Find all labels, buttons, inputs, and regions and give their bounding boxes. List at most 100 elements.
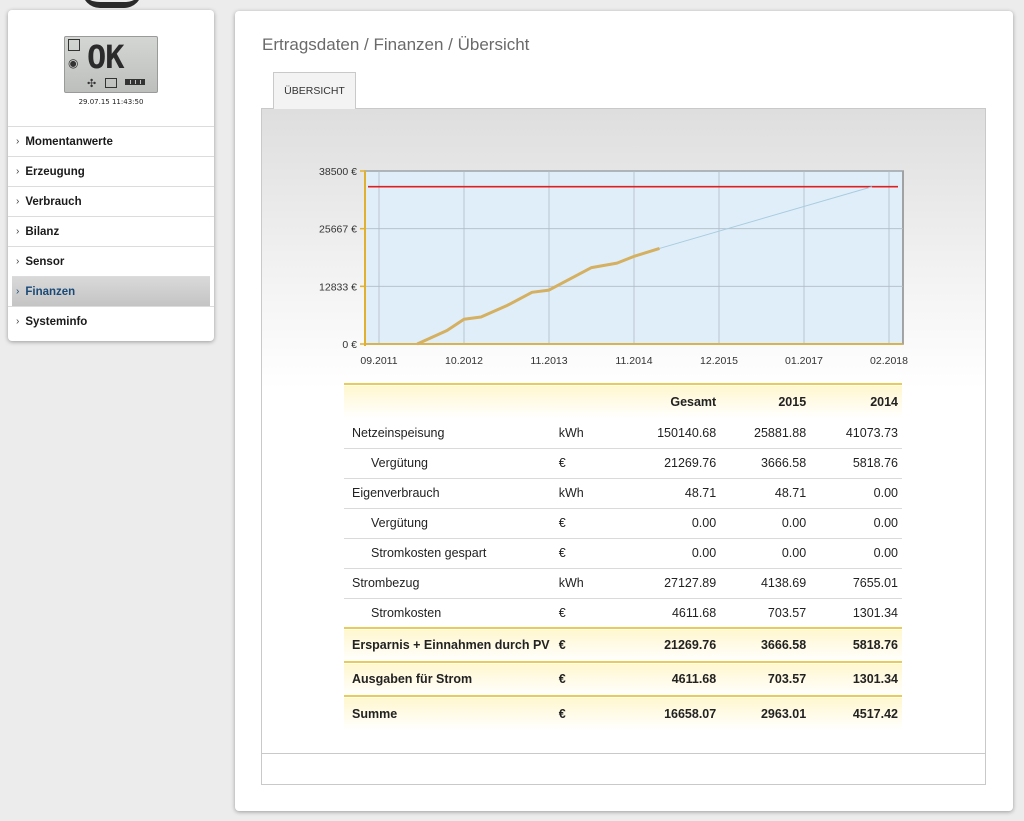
value-2015: 4138.69 bbox=[760, 576, 807, 590]
value-2015: 3666.58 bbox=[760, 456, 807, 470]
y-tick-label: 12833 € bbox=[319, 281, 357, 293]
sidebar-item-label: Sensor bbox=[25, 255, 65, 268]
table-row: Strombezug kWh 27127.89 4138.69 7655.01 bbox=[344, 568, 902, 598]
meter-icon bbox=[105, 78, 117, 88]
row-label: Vergütung bbox=[371, 456, 428, 470]
finance-table: Gesamt 2015 2014 Netzeinspeisung kWh 15014… bbox=[344, 383, 902, 730]
globe-icon: ◉ bbox=[68, 56, 79, 70]
table-row: Vergütung €0.00 0.00 0.00 bbox=[344, 508, 902, 538]
value-2015: 48.71 bbox=[774, 486, 807, 500]
finance-chart: 38500 € 25667 € 12833 € 0 €09.2011 10.2012 11… bbox=[319, 166, 908, 367]
row-label: Eigenverbrauch bbox=[352, 486, 440, 500]
header-label bbox=[344, 384, 555, 418]
row-unit: € bbox=[558, 516, 566, 530]
row-unit: € bbox=[558, 605, 566, 620]
table-summary-row: Ausgaben für Strom €4611.68 703.57 1301.34 bbox=[344, 662, 902, 696]
panel-icon bbox=[68, 39, 80, 51]
sidebar-item-label: Bilanz bbox=[25, 225, 60, 238]
value-2014: 1301.34 bbox=[852, 605, 898, 620]
row-unit: € bbox=[558, 546, 566, 560]
row-label: Vergütung bbox=[371, 516, 428, 530]
header-2014: 2014 bbox=[870, 394, 898, 409]
value-2015: 0.00 bbox=[781, 546, 807, 560]
row-label: Strombezug bbox=[352, 576, 420, 590]
value-gesamt: 150140.68 bbox=[657, 425, 717, 440]
row-label: Ausgaben für Strom bbox=[352, 672, 473, 686]
value-2014: 0.00 bbox=[873, 516, 898, 530]
value-2014: 41073.73 bbox=[845, 425, 898, 440]
chevron-right-icon: › bbox=[16, 196, 20, 207]
content-footer bbox=[261, 753, 986, 785]
sidebar-item-label: Finanzen bbox=[25, 285, 76, 298]
value-gesamt: 4611.68 bbox=[671, 605, 717, 620]
value-2015: 703.57 bbox=[767, 605, 807, 620]
chevron-right-icon: › bbox=[16, 166, 20, 177]
lcd-datetime: 29.07.15 11:43:50 bbox=[78, 98, 144, 106]
table-header-row: Gesamt 2015 2014 bbox=[344, 384, 902, 418]
value-gesamt: 27127.89 bbox=[664, 576, 717, 590]
value-2015: 703.57 bbox=[767, 672, 807, 686]
chevron-right-icon: › bbox=[16, 136, 20, 147]
value-gesamt: 16658.07 bbox=[664, 706, 717, 721]
chevron-right-icon: › bbox=[16, 286, 20, 297]
table-row: Stromkosten €4611.68 703.57 1301.34 bbox=[344, 598, 902, 628]
breadcrumb: Ertragsdaten / Finanzen / Übersicht bbox=[262, 35, 530, 54]
header-unit bbox=[555, 384, 626, 418]
value-2014: 4517.42 bbox=[852, 706, 898, 721]
row-label: Summe bbox=[352, 706, 398, 721]
lcd-status-text: OK bbox=[87, 38, 125, 76]
chevron-right-icon: › bbox=[16, 316, 20, 327]
table-row: Eigenverbrauch kWh 48.71 48.71 0.00 bbox=[344, 478, 902, 508]
x-tick-label: 02.2018 bbox=[870, 355, 908, 367]
row-unit: € bbox=[558, 638, 566, 652]
value-gesamt: 0.00 bbox=[691, 516, 717, 530]
table-summary-row: Ersparnis + Einnahmen durch PV €21269.76 3… bbox=[344, 628, 902, 662]
row-unit: kWh bbox=[558, 576, 584, 590]
row-unit: € bbox=[558, 456, 566, 470]
wind-icon: ✣ bbox=[87, 77, 97, 90]
row-unit: € bbox=[558, 706, 566, 721]
row-label: Stromkosten bbox=[371, 605, 442, 620]
table-summary-row: Summe €16658.07 2963.01 4517.42 bbox=[344, 696, 902, 730]
battery-icon bbox=[125, 79, 145, 85]
header-2015: 2015 bbox=[778, 394, 807, 409]
row-unit: € bbox=[558, 672, 566, 686]
x-tick-label: 10.2012 bbox=[445, 355, 483, 367]
table-row: Stromkosten gespart €0.00 0.00 0.00 bbox=[344, 538, 902, 568]
sidebar-item-label: Momentanwerte bbox=[25, 135, 113, 148]
x-tick-label: 12.2015 bbox=[700, 355, 738, 367]
row-label: Ersparnis + Einnahmen durch PV bbox=[352, 638, 550, 652]
x-tick-label: 11.2014 bbox=[615, 355, 652, 367]
value-2014: 0.00 bbox=[873, 546, 898, 560]
y-tick-label: 25667 € bbox=[319, 224, 357, 236]
row-unit: kWh bbox=[558, 486, 584, 500]
table-row: Vergütung €21269.76 3666.58 5818.76 bbox=[344, 448, 902, 478]
device-lcd-display: ◉ OK ✣ bbox=[64, 36, 158, 93]
row-label: Stromkosten gespart bbox=[371, 546, 487, 560]
value-gesamt: 21269.76 bbox=[664, 456, 717, 470]
value-2014: 7655.01 bbox=[852, 576, 898, 590]
value-2015: 0.00 bbox=[781, 516, 807, 530]
tab-uebersicht[interactable]: ÜBERSICHT bbox=[273, 72, 356, 109]
value-2014: 1301.34 bbox=[852, 672, 898, 686]
x-tick-label: 01.2017 bbox=[785, 355, 823, 367]
value-gesamt: 21269.76 bbox=[664, 638, 717, 652]
value-2015: 3666.58 bbox=[760, 638, 807, 652]
value-gesamt: 4611.68 bbox=[671, 672, 717, 686]
row-unit: kWh bbox=[558, 425, 584, 440]
y-tick-label: 0 € bbox=[342, 339, 357, 351]
logo-swoosh bbox=[82, 0, 142, 8]
value-gesamt: 48.71 bbox=[684, 486, 717, 500]
value-gesamt: 0.00 bbox=[691, 546, 717, 560]
x-tick-label: 09.2011 bbox=[360, 355, 397, 367]
value-2015: 2963.01 bbox=[760, 706, 807, 721]
y-tick-label: 38500 € bbox=[319, 166, 357, 178]
value-2014: 5818.76 bbox=[852, 638, 898, 652]
row-label: Netzeinspeisung bbox=[352, 425, 445, 440]
table-row: Netzeinspeisung kWh 150140.68 25881.88 41073… bbox=[344, 418, 902, 448]
table-body: Netzeinspeisung kWh 150140.68 25881.88 41073… bbox=[344, 418, 902, 730]
value-2014: 5818.76 bbox=[852, 456, 898, 470]
value-2014: 0.00 bbox=[873, 486, 898, 500]
x-tick-label: 11.2013 bbox=[530, 355, 567, 367]
header-gesamt: Gesamt bbox=[670, 394, 717, 409]
